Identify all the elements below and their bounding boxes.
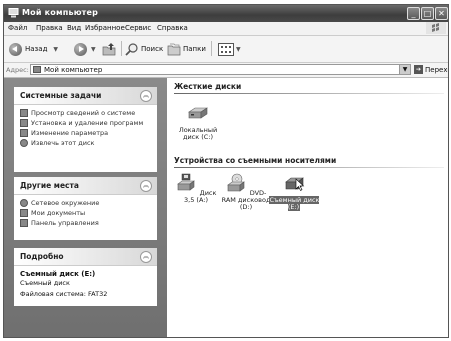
- floppy-drive-icon: [176, 173, 195, 191]
- system-tasks-title: Системные задачи: [20, 91, 102, 100]
- hard-drives-title: Жесткие диски: [174, 82, 242, 91]
- views-dropdown-icon[interactable]: ▼: [236, 46, 241, 53]
- address-label: Адрес:: [6, 66, 29, 74]
- explorer-window: Мой компьютер _ □ ✕ Файл Правка Вид Избр…: [3, 4, 449, 338]
- eject-icon: [20, 139, 28, 147]
- menu-edit[interactable]: Правка: [36, 24, 63, 32]
- place-my-documents[interactable]: Мои документы: [20, 209, 151, 217]
- forward-button[interactable]: ▼: [74, 41, 96, 57]
- task-label: Извлечь этот диск: [31, 139, 95, 147]
- drive-label: Съемный диск (E:): [268, 196, 320, 211]
- my-computer-icon: [33, 66, 41, 73]
- toolbar-separator: [211, 41, 212, 56]
- folders-icon: [167, 43, 181, 56]
- forward-arrow-icon: [74, 42, 87, 56]
- folders-label: Папки: [183, 45, 206, 53]
- up-folder-button[interactable]: [102, 41, 116, 57]
- details-filesystem: Файловая система: FAT32: [20, 290, 108, 298]
- go-arrow-icon: ➔: [414, 65, 423, 74]
- menu-bar: Файл Правка Вид Избранное Сервис Справка: [4, 22, 448, 36]
- system-tasks-header[interactable]: Системные задачи ︽: [14, 87, 157, 105]
- control-panel-icon: [20, 129, 28, 137]
- menu-tools[interactable]: Сервис: [125, 24, 151, 32]
- task-label: Просмотр сведений о системе: [31, 109, 136, 117]
- folders-button[interactable]: Папки: [167, 41, 206, 57]
- go-button[interactable]: ➔ Переход: [414, 65, 448, 74]
- windows-logo-icon: [426, 22, 446, 34]
- control-panel-icon: [20, 219, 28, 227]
- address-value: Мой компьютер: [44, 66, 103, 74]
- address-dropdown-icon[interactable]: ▼: [399, 65, 410, 74]
- search-icon: [125, 43, 138, 56]
- collapse-chevron-icon[interactable]: ︽: [140, 90, 152, 102]
- address-input[interactable]: Мой компьютер ▼: [30, 64, 411, 75]
- close-button[interactable]: ✕: [435, 7, 448, 20]
- task-label: Установка и удаление программ: [31, 119, 144, 127]
- collapse-chevron-icon[interactable]: ︽: [140, 251, 152, 263]
- back-label: Назад: [25, 45, 48, 53]
- place-label: Мои документы: [31, 209, 86, 217]
- menu-file[interactable]: Файл: [8, 24, 27, 32]
- drive-e[interactable]: Съемный диск (E:): [268, 173, 320, 211]
- collapse-chevron-icon[interactable]: ︽: [140, 180, 152, 192]
- search-label: Поиск: [141, 45, 164, 53]
- other-places-header[interactable]: Другие места ︽: [14, 177, 157, 195]
- back-dropdown-icon[interactable]: ▼: [53, 46, 58, 53]
- my-computer-icon: [8, 8, 19, 18]
- place-network[interactable]: Сетевое окружение: [20, 199, 151, 207]
- views-icon: [218, 42, 234, 56]
- system-tasks-panel: Системные задачи ︽ Просмотр сведений о с…: [14, 87, 157, 172]
- window-title: Мой компьютер: [22, 8, 99, 17]
- forward-dropdown-icon[interactable]: ▼: [91, 46, 96, 53]
- drive-c[interactable]: Локальный диск (C:): [172, 103, 224, 141]
- up-folder-icon: [102, 43, 116, 56]
- group-divider: [174, 167, 444, 168]
- task-view-system-info[interactable]: Просмотр сведений о системе: [20, 109, 151, 117]
- task-eject-disk[interactable]: Извлечь этот диск: [20, 139, 151, 147]
- toolbar-separator: [121, 41, 122, 56]
- details-item-name: Съемный диск (E:): [20, 270, 96, 278]
- place-control-panel[interactable]: Панель управления: [20, 219, 151, 227]
- minimize-button[interactable]: _: [407, 7, 420, 20]
- removable-disk-icon: [285, 177, 305, 191]
- drive-label: Локальный диск (C:): [178, 126, 218, 141]
- add-remove-programs-icon: [20, 119, 28, 127]
- removable-title: Устройства со съемными носителями: [174, 156, 337, 165]
- group-divider: [174, 93, 444, 94]
- task-label: Изменение параметра: [31, 129, 109, 137]
- task-add-remove-programs[interactable]: Установка и удаление программ: [20, 119, 151, 127]
- network-icon: [20, 199, 28, 207]
- details-title: Подробно: [20, 252, 64, 261]
- views-button[interactable]: ▼: [218, 41, 241, 57]
- details-panel: Подробно ︽ Съемный диск (E:) Съемный дис…: [14, 248, 157, 306]
- folder-icon: [20, 209, 28, 217]
- details-header[interactable]: Подробно ︽: [14, 248, 157, 266]
- system-info-icon: [20, 109, 28, 117]
- search-button[interactable]: Поиск: [125, 41, 163, 57]
- other-places-title: Другие места: [20, 181, 79, 190]
- title-bar[interactable]: Мой компьютер _ □ ✕: [4, 5, 448, 22]
- details-item-type: Съемный диск: [20, 279, 70, 287]
- other-places-panel: Другие места ︽ Сетевое окружение Мои док…: [14, 177, 157, 240]
- drive-d[interactable]: DVD-RAM дисковод (D:): [220, 173, 272, 211]
- menu-help[interactable]: Справка: [157, 24, 188, 32]
- place-label: Сетевое окружение: [31, 199, 100, 207]
- place-label: Панель управления: [31, 219, 99, 227]
- maximize-button[interactable]: □: [421, 7, 434, 20]
- back-arrow-icon: [9, 42, 22, 56]
- go-label: Переход: [425, 65, 448, 74]
- address-bar: Адрес: Мой компьютер ▼ ➔ Переход: [4, 63, 448, 78]
- menu-favorites[interactable]: Избранное: [85, 24, 125, 32]
- drive-a[interactable]: Диск 3,5 (A:): [170, 173, 222, 204]
- dvd-drive-icon: [226, 173, 245, 192]
- task-pane: Системные задачи ︽ Просмотр сведений о с…: [4, 78, 167, 337]
- menu-view[interactable]: Вид: [67, 24, 81, 32]
- hard-drive-icon: [188, 107, 208, 119]
- toolbar: Назад ▼ ▼ Поиск Папки ▼: [4, 36, 448, 63]
- back-button[interactable]: Назад ▼: [9, 41, 58, 57]
- task-change-setting[interactable]: Изменение параметра: [20, 129, 151, 137]
